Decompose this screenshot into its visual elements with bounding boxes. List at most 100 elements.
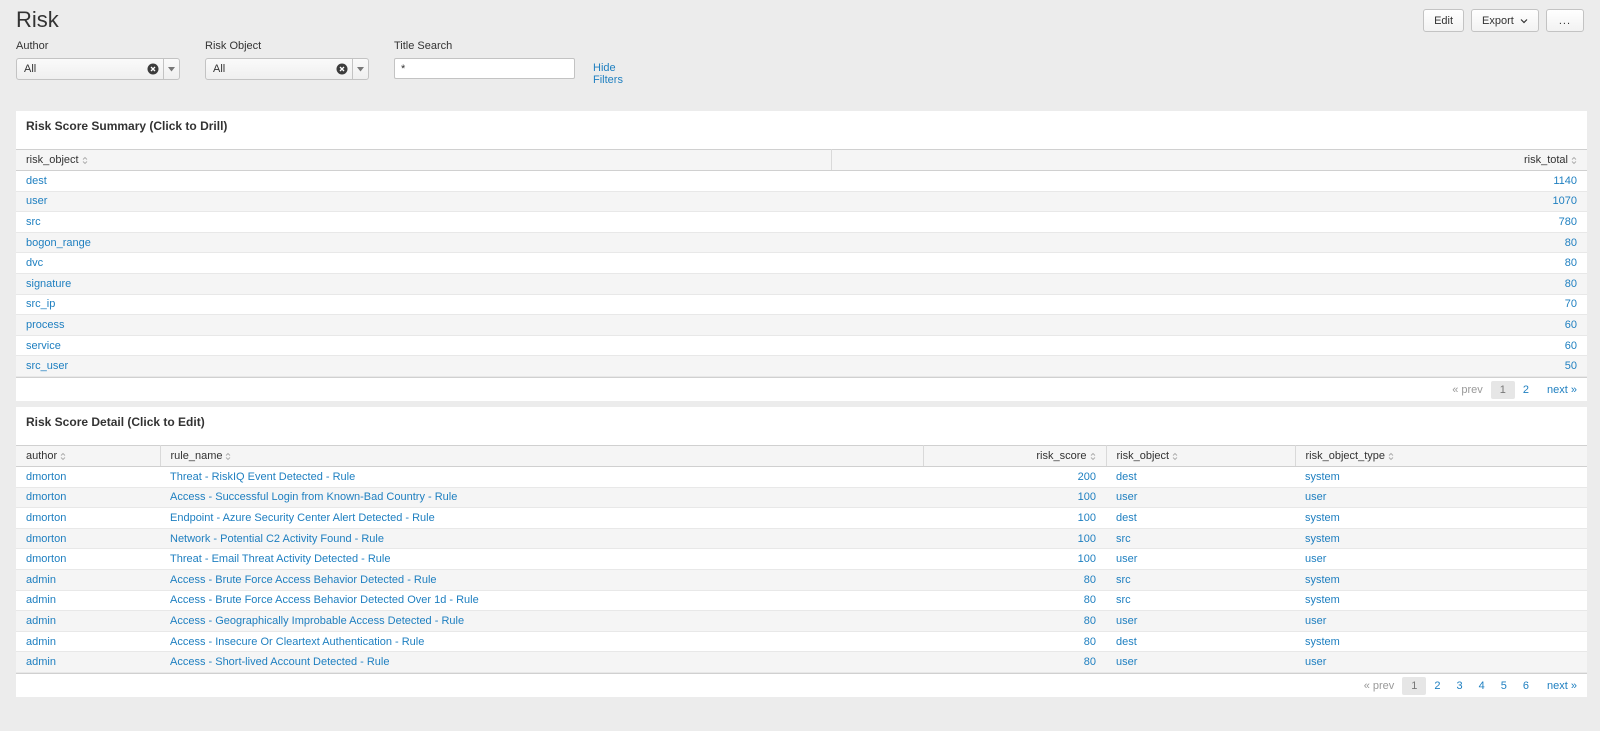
- pager-page-3[interactable]: 3: [1449, 677, 1471, 695]
- cell-link[interactable]: src: [1116, 533, 1131, 545]
- table-cell-risk-total[interactable]: 1140: [831, 170, 1587, 192]
- table-cell-author[interactable]: admin: [16, 651, 160, 673]
- cell-link[interactable]: Network - Potential C2 Activity Found - …: [170, 533, 384, 545]
- cell-link[interactable]: src: [1116, 574, 1131, 586]
- table-row[interactable]: src_user 50: [16, 355, 1587, 377]
- table-cell-risk-object[interactable]: dest: [1106, 466, 1295, 488]
- edit-button[interactable]: Edit: [1423, 9, 1465, 32]
- table-cell-author[interactable]: dmorton: [16, 466, 160, 488]
- table-cell-risk-score[interactable]: 80: [923, 569, 1106, 591]
- cell-link[interactable]: 100: [1078, 533, 1096, 545]
- table-cell-risk-object[interactable]: src: [1106, 590, 1295, 612]
- cell-link[interactable]: user: [1305, 615, 1326, 627]
- table-row[interactable]: bogon_range 80: [16, 232, 1587, 254]
- table-cell-rule-name[interactable]: Access - Short-lived Account Detected - …: [160, 651, 923, 673]
- cell-link[interactable]: Access - Geographically Improbable Acces…: [170, 615, 464, 627]
- table-cell-risk-score[interactable]: 200: [923, 466, 1106, 488]
- more-actions-button[interactable]: ...: [1545, 9, 1584, 32]
- table-cell-author[interactable]: admin: [16, 590, 160, 612]
- cell-link[interactable]: Access - Brute Force Access Behavior Det…: [170, 574, 437, 586]
- export-button[interactable]: Export: [1471, 9, 1539, 32]
- table-cell-risk-object[interactable]: src_user: [16, 355, 831, 377]
- column-header-risk-score[interactable]: risk_score: [923, 445, 1107, 467]
- table-row[interactable]: admin Access - Insecure Or Cleartext Auth…: [16, 631, 1587, 653]
- table-cell-risk-object-type[interactable]: user: [1295, 651, 1587, 673]
- table-cell-risk-object[interactable]: user: [1106, 548, 1295, 570]
- pager-page-2[interactable]: 2: [1515, 381, 1537, 399]
- table-cell-risk-object-type[interactable]: system: [1295, 590, 1587, 612]
- cell-link[interactable]: 50: [1565, 360, 1577, 372]
- cell-link[interactable]: 80: [1565, 278, 1577, 290]
- table-cell-risk-object-type[interactable]: user: [1295, 610, 1587, 632]
- table-cell-risk-object[interactable]: src_ip: [16, 294, 831, 316]
- table-cell-risk-total[interactable]: 60: [831, 335, 1587, 357]
- cell-link[interactable]: user: [1116, 553, 1137, 565]
- cell-link[interactable]: system: [1305, 533, 1340, 545]
- cell-link[interactable]: Access - Insecure Or Cleartext Authentic…: [170, 636, 424, 648]
- table-cell-risk-score[interactable]: 80: [923, 651, 1106, 673]
- table-cell-risk-object-type[interactable]: system: [1295, 466, 1587, 488]
- table-cell-rule-name[interactable]: Endpoint - Azure Security Center Alert D…: [160, 507, 923, 529]
- cell-link[interactable]: 780: [1559, 216, 1577, 228]
- cell-link[interactable]: user: [1116, 615, 1137, 627]
- cell-link[interactable]: user: [26, 195, 47, 207]
- cell-link[interactable]: 80: [1565, 237, 1577, 249]
- table-cell-risk-total[interactable]: 80: [831, 273, 1587, 295]
- dropdown-arrow-icon[interactable]: [163, 59, 179, 79]
- table-cell-risk-object[interactable]: src: [1106, 528, 1295, 550]
- cell-link[interactable]: admin: [26, 615, 56, 627]
- cell-link[interactable]: dest: [26, 175, 47, 187]
- table-cell-risk-object[interactable]: signature: [16, 273, 831, 295]
- table-cell-rule-name[interactable]: Access - Brute Force Access Behavior Det…: [160, 569, 923, 591]
- cell-link[interactable]: 80: [1084, 574, 1096, 586]
- cell-link[interactable]: dmorton: [26, 533, 66, 545]
- title-search-input[interactable]: [394, 58, 575, 79]
- cell-link[interactable]: admin: [26, 656, 56, 668]
- cell-link[interactable]: system: [1305, 636, 1340, 648]
- cell-link[interactable]: 60: [1565, 340, 1577, 352]
- cell-link[interactable]: src_ip: [26, 298, 55, 310]
- table-cell-rule-name[interactable]: Access - Geographically Improbable Acces…: [160, 610, 923, 632]
- table-cell-risk-score[interactable]: 100: [923, 507, 1106, 529]
- cell-link[interactable]: 1070: [1553, 195, 1577, 207]
- table-cell-rule-name[interactable]: Access - Successful Login from Known-Bad…: [160, 487, 923, 509]
- pager-page-2[interactable]: 2: [1426, 677, 1448, 695]
- table-cell-rule-name[interactable]: Access - Brute Force Access Behavior Det…: [160, 590, 923, 612]
- pager-next[interactable]: next »: [1541, 384, 1577, 396]
- table-cell-risk-score[interactable]: 80: [923, 631, 1106, 653]
- cell-link[interactable]: user: [1116, 491, 1137, 503]
- table-cell-risk-total[interactable]: 80: [831, 252, 1587, 274]
- cell-link[interactable]: system: [1305, 512, 1340, 524]
- table-row[interactable]: dmorton Threat - RiskIQ Event Detected - …: [16, 466, 1587, 488]
- table-cell-rule-name[interactable]: Threat - RiskIQ Event Detected - Rule: [160, 466, 923, 488]
- column-header-rule-name[interactable]: rule_name: [160, 445, 924, 467]
- table-cell-risk-score[interactable]: 100: [923, 528, 1106, 550]
- cell-link[interactable]: 80: [1084, 594, 1096, 606]
- table-cell-risk-score[interactable]: 100: [923, 487, 1106, 509]
- cell-link[interactable]: Endpoint - Azure Security Center Alert D…: [170, 512, 435, 524]
- cell-link[interactable]: signature: [26, 278, 71, 290]
- cell-link[interactable]: dest: [1116, 636, 1137, 648]
- cell-link[interactable]: src: [1116, 594, 1131, 606]
- column-header-risk-object[interactable]: risk_object: [16, 149, 832, 171]
- cell-link[interactable]: user: [1305, 491, 1326, 503]
- pager-next[interactable]: next »: [1541, 680, 1577, 692]
- table-cell-risk-object[interactable]: service: [16, 335, 831, 357]
- cell-link[interactable]: system: [1305, 471, 1340, 483]
- cell-link[interactable]: 200: [1078, 471, 1096, 483]
- pager-page-4[interactable]: 4: [1471, 677, 1493, 695]
- cell-link[interactable]: service: [26, 340, 61, 352]
- column-header-risk-total[interactable]: risk_total: [831, 149, 1587, 171]
- cell-link[interactable]: 80: [1084, 615, 1096, 627]
- table-cell-risk-object-type[interactable]: system: [1295, 528, 1587, 550]
- cell-link[interactable]: dmorton: [26, 471, 66, 483]
- table-row[interactable]: service 60: [16, 335, 1587, 357]
- table-cell-author[interactable]: admin: [16, 610, 160, 632]
- cell-link[interactable]: Access - Brute Force Access Behavior Det…: [170, 594, 479, 606]
- hide-filters-link[interactable]: Hide Filters: [593, 62, 623, 86]
- table-row[interactable]: dmorton Network - Potential C2 Activity F…: [16, 528, 1587, 550]
- table-cell-risk-total[interactable]: 50: [831, 355, 1587, 377]
- table-cell-rule-name[interactable]: Network - Potential C2 Activity Found - …: [160, 528, 923, 550]
- table-cell-risk-object-type[interactable]: system: [1295, 569, 1587, 591]
- cell-link[interactable]: 80: [1565, 257, 1577, 269]
